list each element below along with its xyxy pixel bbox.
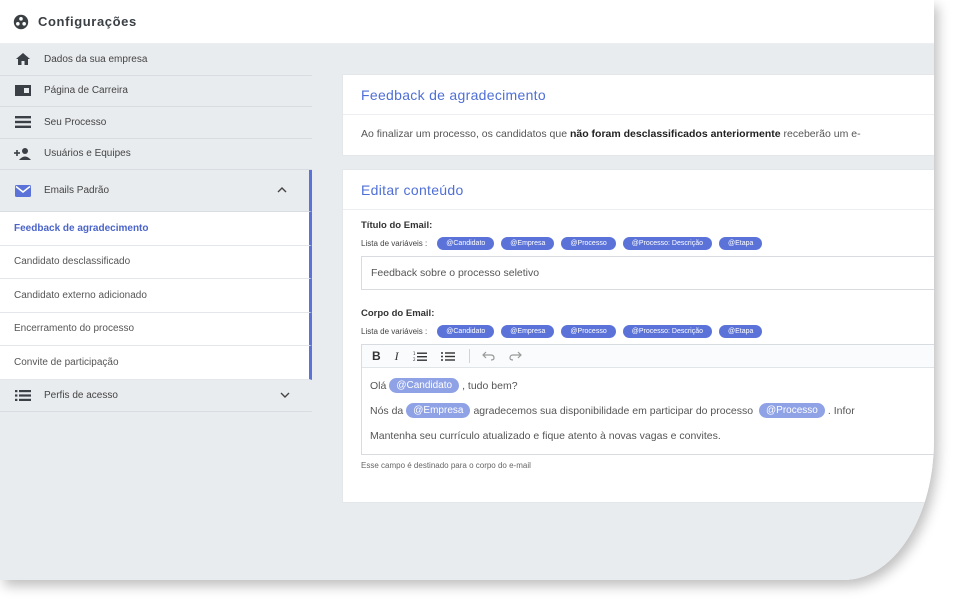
editor-text: . Infor bbox=[827, 404, 855, 417]
editor-text: Nós da bbox=[370, 404, 404, 417]
list-icon bbox=[14, 388, 32, 402]
sidebar-group-access-profiles[interactable]: Perfis de acesso bbox=[0, 380, 312, 412]
sidebar-subitem-external-added[interactable]: Candidato externo adicionado bbox=[0, 279, 312, 313]
svg-text:2: 2 bbox=[413, 357, 416, 362]
ordered-list-icon[interactable]: 12 bbox=[413, 351, 427, 362]
editor-line: Nós da @Empresa agradecemos sua disponib… bbox=[370, 398, 934, 423]
sidebar-item-users[interactable]: Usuários e Equipes bbox=[0, 139, 312, 170]
sidebar-item-company[interactable]: Dados da sua empresa bbox=[0, 44, 312, 76]
sidebar-subitem-label: Convite de participação bbox=[14, 356, 119, 368]
italic-button[interactable]: I bbox=[395, 349, 399, 364]
page-title: Configurações bbox=[38, 14, 137, 29]
sidebar-subitem-label: Feedback de agradecimento bbox=[14, 222, 149, 234]
variable-tag-candidato[interactable]: @Candidato bbox=[389, 378, 460, 393]
mail-icon bbox=[14, 184, 32, 198]
variable-chip-empresa[interactable]: @Empresa bbox=[501, 237, 555, 250]
toolbar-divider bbox=[468, 349, 470, 363]
main-content: Feedback de agradecimento Ao finalizar u… bbox=[312, 44, 934, 580]
body-variables: Lista de variáveis : @Candidato @Empresa… bbox=[361, 325, 923, 338]
info-text-bold: não foram desclassificados anteriormente bbox=[569, 128, 781, 140]
editor-text: agradecemos sua disponibilidade em parti… bbox=[473, 404, 754, 417]
sidebar-item-label: Usuários e Equipes bbox=[44, 148, 131, 160]
settings-icon bbox=[13, 14, 29, 29]
sidebar-group-label: Perfis de acesso bbox=[44, 389, 118, 401]
info-card-title: Feedback de agradecimento bbox=[343, 75, 934, 115]
body-label: Corpo do Email: bbox=[361, 308, 435, 319]
subject-variables: Lista de variáveis : @Candidato @Empresa… bbox=[361, 237, 923, 250]
editor-text: , tudo bem? bbox=[462, 379, 518, 392]
subject-label: Título do Email: bbox=[361, 220, 433, 231]
info-text-part: receberão um e- bbox=[780, 128, 861, 140]
bold-button[interactable]: B bbox=[372, 349, 381, 363]
top-bar: Configurações bbox=[0, 0, 934, 44]
edit-card: Editar conteúdo Título do Email: Lista d… bbox=[342, 169, 934, 503]
variables-label: Lista de variáveis : bbox=[361, 239, 428, 248]
variable-tag-empresa[interactable]: @Empresa bbox=[406, 403, 471, 418]
bullet-list-icon[interactable] bbox=[440, 351, 455, 362]
svg-text:1: 1 bbox=[413, 351, 416, 356]
editor-content[interactable]: Olá @Candidato , tudo bem? Nós da @Empre… bbox=[362, 368, 934, 454]
variable-chip-processo-descricao[interactable]: @Processo: Descrição bbox=[622, 237, 713, 250]
editor-text: Mantenha seu currículo atualizado e fiqu… bbox=[370, 429, 721, 442]
sidebar: Dados da sua empresa Página de Carreira … bbox=[0, 44, 312, 580]
sidebar-item-label: Dados da sua empresa bbox=[44, 53, 148, 65]
editor-text: Olá bbox=[370, 379, 387, 392]
sidebar-subitem-process-closing[interactable]: Encerramento do processo bbox=[0, 312, 312, 346]
sidebar-subitem-label: Candidato externo adicionado bbox=[14, 289, 147, 301]
app-window: Configurações Dados da sua empresa Págin… bbox=[0, 0, 934, 580]
sidebar-subitem-disqualified[interactable]: Candidato desclassificado bbox=[0, 245, 312, 279]
variable-tag-processo[interactable]: @Processo bbox=[759, 403, 825, 418]
variable-chip-candidato[interactable]: @Candidato bbox=[437, 325, 495, 338]
variable-chip-processo[interactable]: @Processo bbox=[561, 237, 616, 250]
sidebar-subitem-feedback[interactable]: Feedback de agradecimento bbox=[0, 212, 312, 246]
sidebar-subitem-label: Encerramento do processo bbox=[14, 323, 135, 335]
sidebar-subitem-label: Candidato desclassificado bbox=[14, 256, 131, 268]
variable-chip-etapa[interactable]: @Etapa bbox=[719, 325, 763, 338]
undo-icon[interactable] bbox=[481, 351, 495, 361]
variable-chip-processo-descricao[interactable]: @Processo: Descrição bbox=[622, 325, 713, 338]
subject-input[interactable]: Feedback sobre o processo seletivo bbox=[361, 256, 934, 290]
chevron-down-icon[interactable] bbox=[280, 390, 290, 401]
variable-chip-etapa[interactable]: @Etapa bbox=[719, 237, 763, 250]
sidebar-group-label: Emails Padrão bbox=[44, 185, 110, 196]
info-text-part: Ao finalizar um processo, os candidatos … bbox=[361, 128, 570, 140]
add-user-icon bbox=[14, 147, 32, 160]
editor-line: Mantenha seu currículo atualizado e fiqu… bbox=[370, 423, 934, 448]
redo-icon[interactable] bbox=[509, 351, 522, 361]
sidebar-item-career-page[interactable]: Página de Carreira bbox=[0, 76, 312, 107]
home-icon bbox=[14, 53, 32, 66]
card-icon bbox=[14, 85, 32, 97]
edit-form: Título do Email: Lista de variáveis : @C… bbox=[343, 220, 934, 470]
sidebar-item-label: Seu Processo bbox=[44, 116, 107, 128]
editor-line: Olá @Candidato , tudo bem? bbox=[370, 373, 934, 398]
variable-chip-empresa[interactable]: @Empresa bbox=[501, 325, 555, 338]
info-card: Feedback de agradecimento Ao finalizar u… bbox=[342, 74, 934, 156]
variables-label: Lista de variáveis : bbox=[361, 327, 428, 336]
sidebar-item-label: Página de Carreira bbox=[44, 85, 128, 97]
body-editor[interactable]: B I 12 Olá @Candidato , tudo bem? Nós da… bbox=[361, 344, 934, 455]
sidebar-item-process[interactable]: Seu Processo bbox=[0, 107, 312, 139]
chevron-up-icon[interactable] bbox=[277, 185, 287, 196]
list-icon bbox=[14, 116, 32, 129]
body-hint: Esse campo é destinado para o corpo do e… bbox=[361, 461, 531, 470]
variable-chip-candidato[interactable]: @Candidato bbox=[437, 237, 495, 250]
variable-chip-processo[interactable]: @Processo bbox=[561, 325, 616, 338]
sidebar-group-emails[interactable]: Emails Padrão bbox=[0, 170, 312, 212]
sidebar-subitem-invitation[interactable]: Convite de participação bbox=[0, 346, 312, 380]
edit-card-title: Editar conteúdo bbox=[343, 170, 934, 210]
info-card-text: Ao finalizar um processo, os candidatos … bbox=[343, 115, 934, 153]
editor-toolbar: B I 12 bbox=[362, 345, 934, 368]
